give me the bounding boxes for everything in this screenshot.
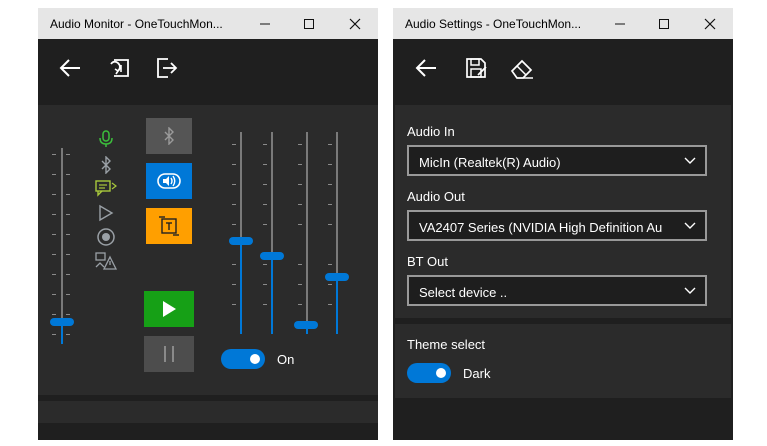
title-bar: Audio Settings - OneTouchMon...	[393, 8, 733, 39]
microphone-icon	[99, 130, 113, 147]
bt-out-label: BT Out	[407, 254, 448, 269]
close-button[interactable]	[687, 8, 733, 39]
master-slider-thumb[interactable]	[50, 318, 74, 326]
speech-icon	[95, 180, 117, 197]
audio-in-value: MicIn (Realtek(R) Audio)	[419, 155, 561, 170]
monitor-panel	[38, 105, 378, 395]
play-icon	[163, 301, 176, 317]
audio-in-dropdown[interactable]: MicIn (Realtek(R) Audio)	[407, 145, 707, 176]
window-title: Audio Monitor - OneTouchMon...	[50, 17, 223, 31]
back-arrow-icon[interactable]	[58, 56, 82, 80]
chevron-down-icon	[684, 287, 696, 294]
command-bar	[38, 39, 378, 97]
monitor-toggle[interactable]	[221, 349, 265, 369]
window-title: Audio Settings - OneTouchMon...	[405, 17, 582, 31]
chevron-down-icon	[684, 157, 696, 164]
log-in-icon[interactable]	[108, 56, 132, 80]
minimize-icon	[260, 23, 270, 24]
minimize-icon	[615, 23, 625, 24]
title-bar: Audio Monitor - OneTouchMon...	[38, 8, 378, 39]
back-arrow-icon[interactable]	[414, 56, 438, 80]
audio-settings-window: Audio Settings - OneTouchMon... Audio In…	[393, 8, 733, 440]
close-button[interactable]	[332, 8, 378, 39]
maximize-button[interactable]	[286, 8, 332, 39]
speaker-button[interactable]	[146, 163, 192, 199]
play-button[interactable]	[144, 291, 194, 327]
bluetooth-button[interactable]	[146, 118, 192, 154]
bluetooth-icon	[101, 156, 111, 174]
channel-slider-4-thumb[interactable]	[325, 273, 349, 281]
bt-out-value: Select device ..	[419, 285, 508, 300]
audio-out-dropdown[interactable]: VA2407 Series (NVIDIA High Definition Au	[407, 210, 707, 241]
sign-out-icon[interactable]	[154, 56, 178, 80]
command-bar	[393, 39, 733, 97]
chevron-down-icon	[684, 222, 696, 229]
pause-icon	[164, 346, 174, 362]
bluetooth-icon	[164, 127, 174, 145]
bt-out-dropdown[interactable]: Select device ..	[407, 275, 707, 306]
play-outline-icon	[99, 204, 114, 222]
monitor-toggle-label: On	[277, 352, 295, 367]
minimize-button[interactable]	[597, 8, 643, 39]
theme-panel	[395, 324, 731, 398]
audio-in-label: Audio In	[407, 124, 455, 139]
maximize-icon	[304, 18, 314, 29]
maximize-icon	[659, 18, 669, 29]
audio-out-value: VA2407 Series (NVIDIA High Definition Au	[419, 220, 663, 235]
channel-slider-1-thumb[interactable]	[229, 237, 253, 245]
theme-value-label: Dark	[463, 366, 491, 381]
save-icon[interactable]	[464, 56, 488, 80]
tts-button[interactable]	[146, 208, 192, 244]
shapes-warning-icon	[95, 252, 117, 270]
audio-monitor-window: Audio Monitor - OneTouchMon... On	[38, 8, 378, 440]
close-icon	[349, 18, 361, 29]
eraser-icon[interactable]	[509, 56, 535, 80]
record-icon	[97, 228, 115, 246]
theme-toggle[interactable]	[407, 363, 451, 383]
status-bar	[38, 401, 378, 423]
theme-select-label: Theme select	[407, 337, 486, 352]
audio-out-label: Audio Out	[407, 189, 465, 204]
pause-button[interactable]	[144, 336, 194, 372]
close-icon	[704, 18, 716, 29]
text-to-speech-icon	[159, 216, 179, 236]
minimize-button[interactable]	[242, 8, 288, 39]
channel-slider-2-thumb[interactable]	[260, 252, 284, 260]
maximize-button[interactable]	[641, 8, 687, 39]
speaker-icon	[157, 173, 181, 189]
channel-slider-3-thumb[interactable]	[294, 321, 318, 329]
